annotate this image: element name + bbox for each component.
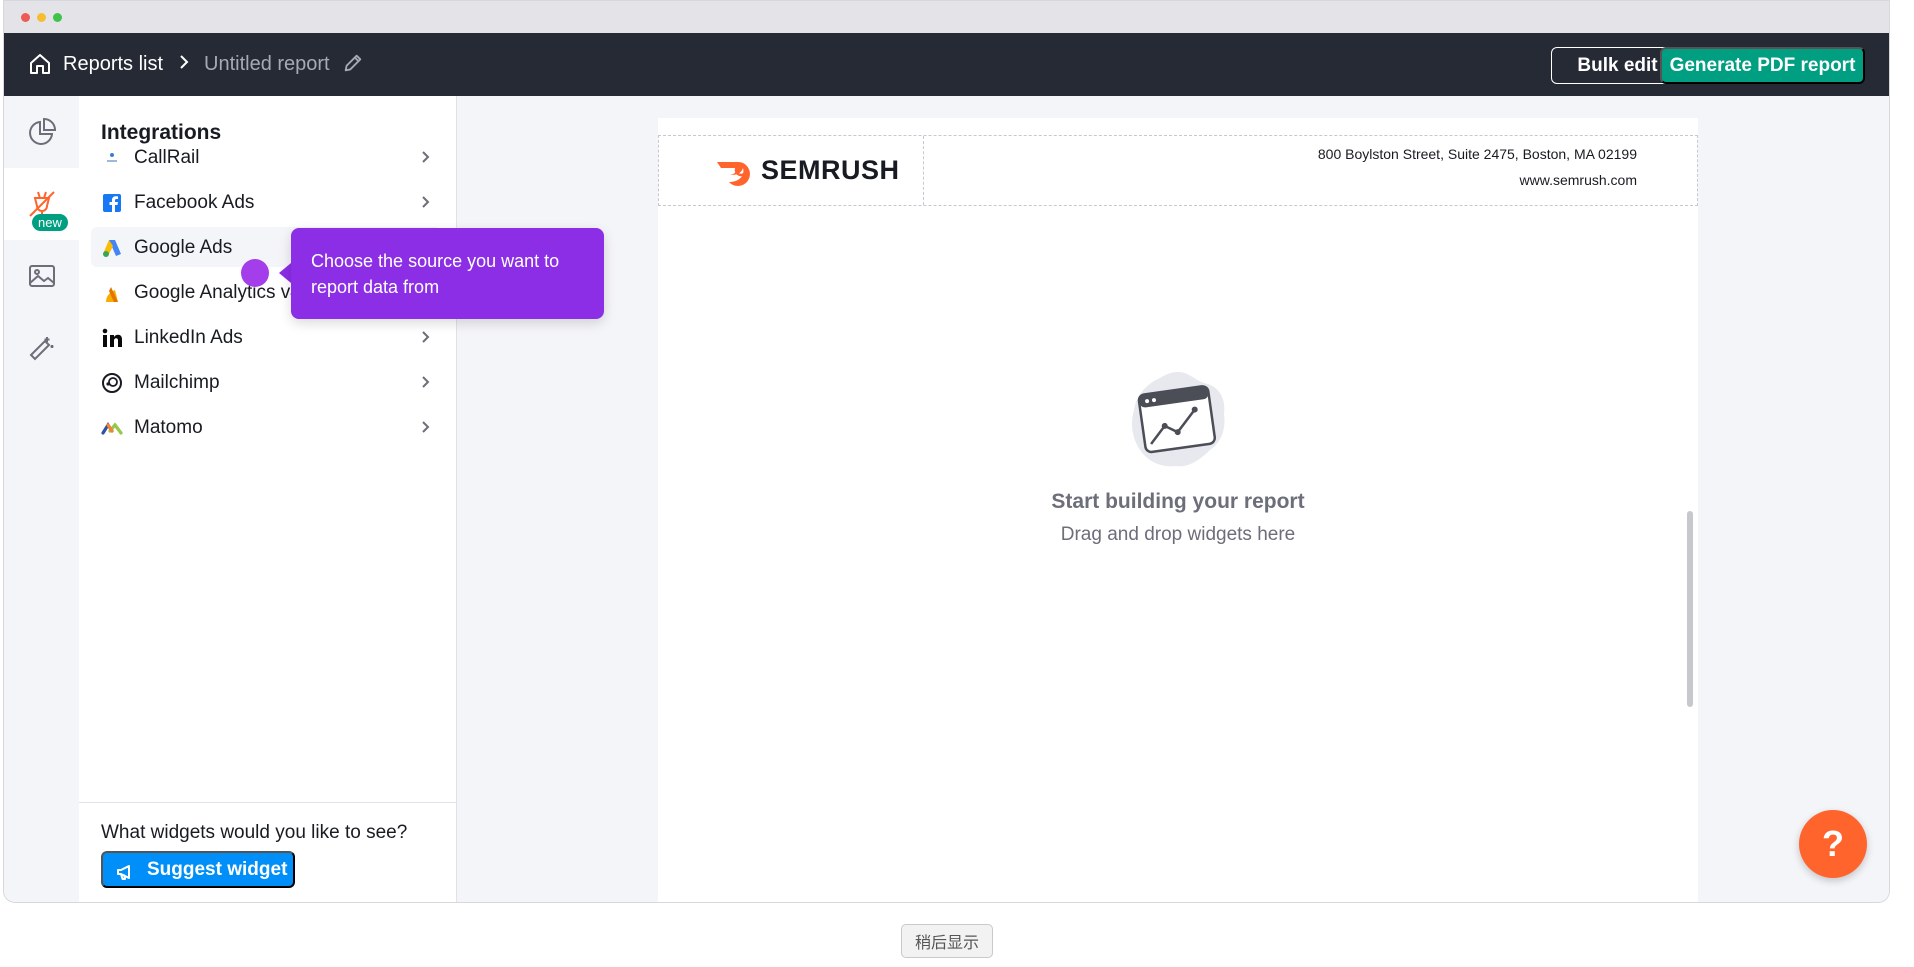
home-icon[interactable]	[28, 52, 52, 76]
empty-state-subtitle: Drag and drop widgets here	[1060, 524, 1296, 545]
chevron-right-icon	[422, 421, 430, 433]
integration-mailchimp[interactable]: Mailchimp	[91, 362, 441, 402]
tooltip-arrow	[279, 263, 291, 283]
google-ads-logo-icon	[103, 240, 121, 257]
matomo-logo-icon	[101, 422, 123, 435]
linkedin-logo-icon	[102, 328, 122, 347]
integration-linkedin-ads[interactable]: LinkedIn Ads	[91, 317, 441, 357]
integration-label: CallRail	[134, 147, 200, 168]
empty-report-illustration-icon	[1132, 372, 1225, 467]
integration-label: Google Ads	[134, 237, 233, 258]
left-rail: new	[4, 96, 79, 902]
image-icon	[28, 265, 55, 287]
pencil-icon[interactable]	[342, 52, 364, 74]
chevron-right-icon	[422, 151, 430, 163]
chevron-right-icon	[422, 331, 430, 343]
report-page-header[interactable]: SEMRUSH 800 Boylston Street, Suite 2475,…	[658, 135, 1698, 206]
integration-label: Google Analytics v4	[134, 282, 301, 303]
integration-matomo[interactable]: Matomo	[91, 407, 441, 447]
rail-widgets[interactable]	[4, 96, 79, 168]
canvas-scrollbar[interactable]	[1687, 511, 1693, 707]
chevron-right-icon	[180, 55, 189, 69]
close-window-button[interactable]	[21, 13, 30, 22]
suggest-widget-button[interactable]: Suggest widget	[101, 851, 295, 888]
integration-facebook-ads[interactable]: Facebook Ads	[91, 182, 441, 222]
suggest-question: What widgets would you like to see?	[101, 822, 408, 843]
breadcrumb-current-report: Untitled report	[204, 53, 330, 75]
empty-state-title: Start building your report	[1051, 490, 1305, 513]
rail-images[interactable]	[4, 240, 79, 312]
breadcrumb-reports-list[interactable]: Reports list	[63, 53, 163, 76]
integrations-panel: Integrations CallRail Facebook Ads Googl…	[79, 96, 457, 902]
onboarding-hotspot[interactable]	[241, 259, 269, 287]
window-titlebar	[4, 1, 1889, 33]
panel-footer: What widgets would you like to see? Sugg…	[79, 802, 456, 902]
facebook-logo-icon	[103, 194, 121, 212]
company-address: 800 Boylston Street, Suite 2475, Boston,…	[1317, 146, 1637, 162]
app-window: Reports list Untitled report Bulk edit G…	[3, 0, 1890, 903]
show-later-button[interactable]: 稍后显示	[901, 924, 993, 958]
integration-label: LinkedIn Ads	[134, 327, 243, 348]
maximize-window-button[interactable]	[53, 13, 62, 22]
google-analytics-logo-icon	[106, 287, 118, 302]
integration-callrail[interactable]: CallRail	[91, 137, 441, 177]
logo-cell[interactable]: SEMRUSH	[659, 136, 924, 205]
chevron-right-icon	[422, 376, 430, 388]
integration-label: Mailchimp	[134, 372, 220, 393]
callrail-logo-icon	[107, 153, 117, 162]
generate-pdf-button[interactable]: Generate PDF report	[1660, 47, 1865, 84]
magic-wand-icon	[29, 337, 53, 361]
new-badge: new	[32, 214, 68, 231]
integration-label: Facebook Ads	[134, 192, 255, 213]
minimize-window-button[interactable]	[37, 13, 46, 22]
semrush-logo-text: SEMRUSH	[761, 155, 900, 185]
suggest-widget-label: Suggest widget	[147, 858, 288, 880]
semrush-flame-icon	[717, 161, 750, 186]
chevron-right-icon	[422, 196, 430, 208]
mailchimp-logo-icon	[102, 373, 122, 393]
top-header: Reports list Untitled report Bulk edit G…	[4, 33, 1889, 96]
megaphone-icon	[117, 865, 130, 880]
integration-label: Matomo	[134, 417, 203, 438]
pie-chart-icon	[28, 117, 56, 145]
help-button[interactable]: ?	[1799, 810, 1867, 878]
rail-design[interactable]	[4, 312, 79, 384]
onboarding-tooltip: Choose the source you want to report dat…	[291, 228, 604, 319]
report-page: SEMRUSH 800 Boylston Street, Suite 2475,…	[658, 118, 1698, 902]
report-canvas: SEMRUSH 800 Boylston Street, Suite 2475,…	[457, 96, 1889, 902]
company-website: www.semrush.com	[1519, 172, 1637, 188]
